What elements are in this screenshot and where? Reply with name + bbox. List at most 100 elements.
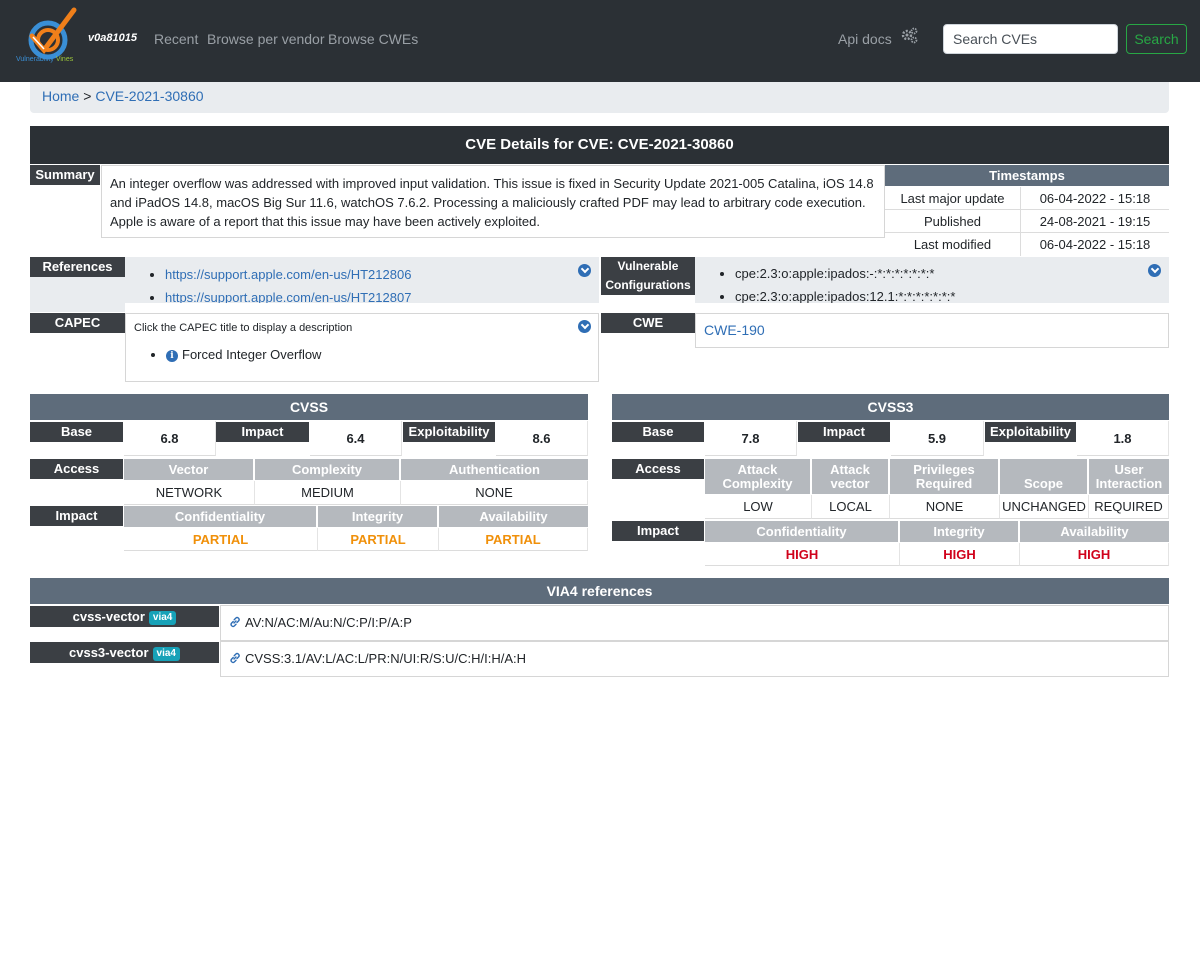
- via4-value: CVSS:3.1/AV:L/AC:L/PR:N/UI:R/S:U/C:H/I:H…: [245, 651, 527, 666]
- reference-link[interactable]: https://support.apple.com/en-us/HT212806: [165, 267, 411, 282]
- cvss3-impact-value-high: HIGH: [1020, 543, 1169, 566]
- via4-badge: via4: [152, 647, 180, 661]
- link-icon[interactable]: [229, 652, 241, 664]
- references-label: References: [30, 257, 125, 277]
- cvss-access-value: NONE: [401, 481, 588, 505]
- header-line: vector: [830, 476, 870, 491]
- cvss3-access-value: UNCHANGED: [1000, 495, 1089, 519]
- capec-item[interactable]: Forced Integer Overflow: [182, 347, 321, 362]
- cvss3-impact-header: Availability: [1020, 521, 1169, 542]
- nav-recent[interactable]: Recent: [154, 31, 198, 47]
- breadcrumb-home[interactable]: Home: [42, 88, 79, 104]
- header-line: User: [1114, 462, 1144, 477]
- chevron-down-icon[interactable]: [578, 320, 591, 333]
- cvss-impact-header: Integrity: [318, 506, 438, 527]
- search-button[interactable]: Search: [1126, 24, 1187, 54]
- cvss-impact-label: Impact: [216, 422, 309, 442]
- cvss-impact-value: 6.4: [310, 421, 402, 456]
- cvss3-exploitability-value: 1.8: [1077, 421, 1169, 456]
- chevron-down-icon[interactable]: [578, 264, 591, 277]
- nav-browse-vendor[interactable]: Browse per vendor: [207, 31, 325, 47]
- cvss-access-header: Vector: [124, 459, 254, 480]
- cvss3-access-header: Attack Complexity: [705, 459, 811, 494]
- cvss-exploitability-label: Exploitability: [403, 422, 495, 442]
- breadcrumb-separator: >: [83, 88, 92, 104]
- cvss-base-value: 6.8: [124, 421, 216, 456]
- capec-box: Click the CAPEC title to display a descr…: [125, 313, 599, 382]
- cvss-access-label: Access: [30, 459, 123, 479]
- link-icon[interactable]: [229, 616, 241, 628]
- cvss3-exploitability-label: Exploitability: [985, 422, 1076, 442]
- cvss3-access-header: User Interaction: [1089, 459, 1169, 494]
- cvss-impact-header: Confidentiality: [124, 506, 317, 527]
- cvss3-impact-value: 5.9: [891, 421, 984, 456]
- nav-browse-cwes[interactable]: Browse CWEs: [328, 31, 418, 47]
- summary-text: An integer overflow was addressed with i…: [101, 165, 885, 238]
- cvss3-access-header: Privileges Required: [890, 459, 999, 494]
- breadcrumb: Home > CVE-2021-30860: [30, 82, 1169, 113]
- cvss3-base-value: 7.8: [705, 421, 797, 456]
- cvss-impact-value-partial: PARTIAL: [318, 528, 439, 551]
- capec-hint: Click the CAPEC title to display a descr…: [134, 322, 353, 334]
- cwe-link[interactable]: CWE-190: [704, 322, 765, 338]
- cpe-item: cpe:2.3:o:apple:ipados:12.1:*:*:*:*:*:*:…: [735, 285, 1169, 303]
- cvss-base-label: Base: [30, 422, 123, 442]
- brand-line1: Vulnerability: [16, 56, 54, 63]
- cvss3-access-value: NONE: [890, 495, 1000, 519]
- header-line: Complexity: [722, 476, 793, 491]
- cwe-box: CWE-190: [695, 313, 1169, 348]
- timestamp-value: 06-04-2022 - 15:18: [1039, 237, 1151, 252]
- cvss3-access-label: Access: [612, 459, 704, 479]
- via4-label-text: cvss3-vector: [69, 645, 149, 660]
- timestamp-value: 24-08-2021 - 19:15: [1021, 210, 1169, 233]
- breadcrumb-current[interactable]: CVE-2021-30860: [95, 88, 203, 104]
- header-line: Attack: [830, 462, 870, 477]
- cvss3-impact-header: Integrity: [900, 521, 1019, 542]
- timestamp-label: Last major update: [885, 187, 1021, 210]
- cvss-impact-value-partial: PARTIAL: [124, 528, 318, 551]
- info-icon[interactable]: i: [166, 350, 178, 362]
- gears-icon[interactable]: [900, 27, 918, 45]
- cvss-exploitability-value: 8.6: [496, 421, 588, 456]
- cvss3-access-value: LOW: [705, 495, 812, 519]
- via4-value: AV:N/AC:M/Au:N/C:P/I:P/A:P: [245, 615, 412, 630]
- cvss-header: CVSS: [30, 394, 588, 420]
- cvss-impact-header: Availability: [439, 506, 588, 527]
- cvss3-impact-header: Confidentiality: [705, 521, 899, 542]
- via4-header: VIA4 references: [30, 578, 1169, 604]
- via4-value-box: AV:N/AC:M/Au:N/C:P/I:P/A:P: [220, 605, 1169, 641]
- via4-badge: via4: [148, 611, 177, 625]
- cvss3-impact-row-label: Impact: [612, 521, 704, 541]
- search-input[interactable]: [943, 24, 1118, 54]
- vulnerable-label-line1: Vulnerable: [617, 259, 679, 273]
- cvss-impact-row-label: Impact: [30, 506, 123, 526]
- reference-link[interactable]: https://support.apple.com/en-us/HT212807: [165, 290, 411, 303]
- nav-api-docs[interactable]: Api docs: [838, 31, 892, 47]
- cvss3-impact-value-high: HIGH: [900, 543, 1020, 566]
- vulnerable-configs-label: Vulnerable Configurations: [601, 257, 695, 295]
- cwe-label: CWE: [601, 313, 695, 333]
- cvss3-impact-value-high: HIGH: [705, 543, 900, 566]
- references-list: https://support.apple.com/en-us/HT212806…: [125, 257, 599, 303]
- timestamps-table: Timestamps Last major update 06-04-2022 …: [885, 165, 1169, 256]
- cvss-access-value: NETWORK: [124, 481, 255, 505]
- chevron-down-icon[interactable]: [1148, 264, 1161, 277]
- timestamp-label: Published: [885, 210, 1021, 233]
- cvss3-access-value: REQUIRED: [1089, 495, 1169, 519]
- cpe-item: cpe:2.3:o:apple:ipados:-:*:*:*:*:*:*:*: [735, 262, 1169, 285]
- version-label: v0a81015: [88, 32, 137, 44]
- cvss-access-value: MEDIUM: [255, 481, 401, 505]
- timestamps-header: Timestamps: [885, 165, 1169, 186]
- page-title: CVE Details for CVE: CVE-2021-30860: [30, 126, 1169, 164]
- brand-text: Vulnerability Vines: [16, 56, 73, 63]
- header-line: Scope: [1023, 476, 1063, 491]
- cvss3-impact-label: Impact: [798, 422, 890, 442]
- cvss-impact-value-partial: PARTIAL: [439, 528, 588, 551]
- cvss3-access-value: LOCAL: [812, 495, 890, 519]
- cvss3-header: CVSS3: [612, 394, 1169, 420]
- cvss-access-header: Authentication: [401, 459, 588, 480]
- vulnerable-configs-list: cpe:2.3:o:apple:ipados:-:*:*:*:*:*:*:* c…: [695, 257, 1169, 303]
- navbar: Vulnerability Vines v0a81015 Recent Brow…: [0, 0, 1200, 82]
- header-line: Interaction: [1095, 476, 1163, 491]
- cvss3-access-header: Scope: [1000, 459, 1088, 494]
